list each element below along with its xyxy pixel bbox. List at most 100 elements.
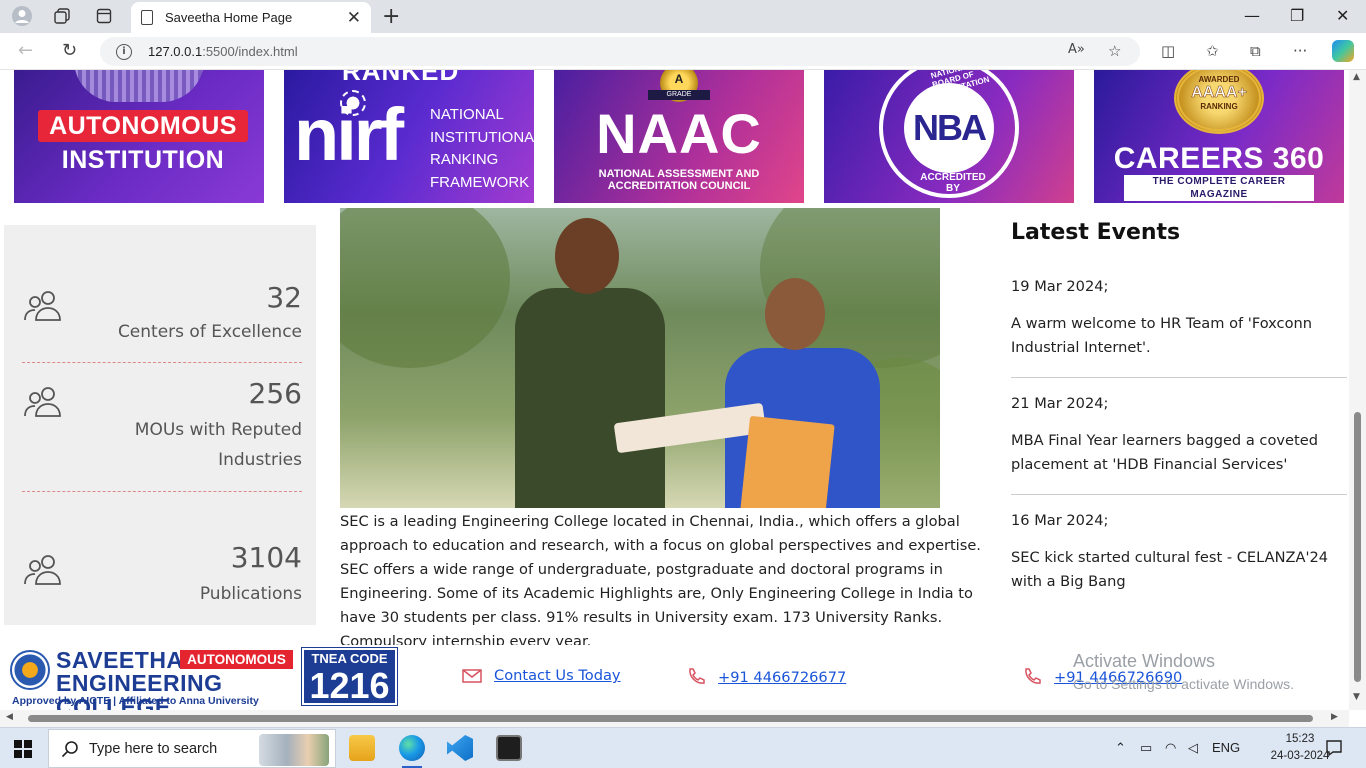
site-info-icon[interactable]: i [116,43,132,60]
terminal-icon[interactable] [496,735,522,761]
split-screen-icon[interactable]: ◫ [1161,42,1175,60]
vertical-scroll-thumb[interactable] [1354,412,1361,682]
battery-icon[interactable]: ▭ [1140,740,1152,756]
sun-icon [340,90,366,116]
event-item: 19 Mar 2024; A warm welcome to HR Team o… [1011,278,1347,378]
nba-logo: NBA [904,83,994,173]
stat-divider [22,362,302,363]
collections-icon[interactable]: ⧉ [1250,42,1261,60]
award-medal: AWARDED AAAA+ RANKING [1174,70,1264,134]
vscode-icon[interactable] [447,735,473,761]
search-placeholder: Type here to search [89,740,218,757]
volume-icon[interactable]: ◁ [1188,740,1198,756]
stat-number: 256 [248,377,302,410]
medal-awarded: AWARDED [1198,75,1240,84]
naac-banner: A GRADE NAAC NATIONAL ASSESSMENT AND ACC… [554,70,804,203]
nirf-full-name: NATIONAL INSTITUTIONAL RANKING FRAMEWORK [430,104,534,194]
college-emblem-icon [10,650,50,690]
event-item: 16 Mar 2024; SEC kick started cultural f… [1011,512,1347,611]
medal-grade: AAAA+ [1191,84,1247,102]
event-date: 21 Mar 2024; [1011,395,1109,412]
stats-panel: 32 Centers of Excellence 256 MOUs with R… [4,225,316,625]
foliage-shape [340,208,510,368]
stat-label-line: Industries [218,450,302,470]
tnea-code-badge: TNEA CODE 1216 [301,647,398,706]
url-text: 127.0.0.1:5500/index.html [148,44,298,59]
taskbar-search-box[interactable]: Type here to search [48,729,336,768]
page-viewport: AUTONOMOUS INSTITUTION RANKED nirf NATIO… [0,70,1349,710]
horizontal-scroll-thumb[interactable] [28,715,1313,722]
refresh-icon[interactable]: ↻ [62,40,77,61]
event-description: A warm welcome to HR Team of 'Foxconn In… [1011,315,1313,356]
favorites-icon[interactable]: ✩ [1206,42,1219,60]
nirf-banner: RANKED nirf NATIONAL INSTITUTIONAL RANKI… [284,70,534,203]
autonomous-institution-banner: AUTONOMOUS INSTITUTION [14,70,264,203]
medal-ranking: RANKING [1200,102,1238,111]
browser-tab-bar: Saveetha Home Page ✕ + — ❐ ✕ [0,0,1366,33]
users-icon [24,291,61,321]
event-date: 19 Mar 2024; [1011,278,1109,295]
file-explorer-icon[interactable] [349,735,375,761]
event-description: MBA Final Year learners bagged a coveted… [1011,432,1318,473]
network-icon[interactable]: ◠ [1165,740,1176,756]
language-indicator[interactable]: ENG [1212,740,1240,755]
nba-seal: NATIONAL BOARD OF ACCREDITATION NBA ACCR… [879,70,1019,198]
orange-folder [740,415,835,508]
students-photo [340,208,940,508]
nba-seal-bottom-text: ACCREDITED BY [920,172,986,194]
windows-start-icon[interactable] [14,740,32,758]
back-icon[interactable]: ← [18,40,33,61]
url-field[interactable]: i 127.0.0.1:5500/index.html [100,37,1140,66]
window-close-icon[interactable]: ✕ [1336,6,1349,25]
vertical-scrollbar[interactable]: ▲ ▼ [1349,70,1366,710]
stat-label-line: Publications [199,584,302,604]
users-icon [24,387,61,417]
institution-label: INSTITUTION [61,146,225,174]
autonomous-label: AUTONOMOUS [38,110,248,142]
new-tab-icon[interactable]: + [382,4,400,29]
naac-sub-line: ACCREDITATION COUNCIL [607,180,751,192]
event-description: SEC kick started cultural fest - CELANZA… [1011,549,1329,590]
stat-label: Centers of Excellence [118,317,302,347]
stat-number: 32 [266,281,302,314]
tab-actions-icon[interactable] [91,5,117,27]
search-icon [61,740,78,757]
tab-saveetha-home[interactable]: Saveetha Home Page ✕ [131,2,371,33]
careers360-title: CAREERS 360 [1113,142,1325,175]
stat-label-line: MOUs with Reputed [134,420,302,440]
workspaces-icon[interactable] [49,5,75,27]
nirf-text-line: FRAMEWORK [430,173,530,191]
stat-number: 3104 [230,541,302,574]
contact-us-label: Contact Us Today [494,667,621,684]
horizontal-scrollbar[interactable]: ◀ ▶ [0,710,1349,727]
stat-divider [22,491,302,492]
about-paragraph: SEC is a leading Engineering College loc… [340,513,981,650]
maximize-icon[interactable]: ❐ [1290,6,1304,25]
profile-icon[interactable] [9,5,35,27]
scroll-left-arrow-icon[interactable]: ◀ [6,712,13,722]
minimize-icon[interactable]: — [1244,6,1260,25]
scroll-right-arrow-icon[interactable]: ▶ [1331,712,1338,722]
tnea-code: 1216 [309,665,390,706]
read-aloud-icon[interactable]: A» [1068,42,1085,57]
scroll-up-arrow-icon[interactable]: ▲ [1353,72,1360,82]
edge-browser-icon[interactable] [399,735,425,768]
show-hidden-icons-icon[interactable]: ⌃ [1115,740,1126,756]
careers360-subtitle: THE COMPLETE CAREER MAGAZINE [1124,175,1314,201]
favorite-star-icon[interactable]: ☆ [1108,42,1121,60]
contact-us-link[interactable]: Contact Us Today [462,667,621,684]
latest-events: Latest Events 19 Mar 2024; A warm welcom… [1011,220,1347,628]
phone-link-1[interactable]: +91 4466726677 [686,667,846,687]
saveetha-logo[interactable]: SAVEETHA AUTONOMOUS ENGINEERING COLLEGE … [10,648,295,710]
url-host: 127.0.0.1 [148,44,203,59]
phone-icon [1025,668,1041,684]
phone-icon [689,668,705,684]
taskbar-clock[interactable]: 15:23 24-03-2024 [1270,731,1330,765]
watermark-subtitle: Go to Settings to activate Windows. [1073,676,1294,692]
notifications-icon[interactable] [1325,739,1343,757]
copilot-icon[interactable] [1332,40,1354,62]
scroll-down-arrow-icon[interactable]: ▼ [1353,692,1360,702]
events-heading: Latest Events [1011,220,1181,245]
close-tab-icon[interactable]: ✕ [347,8,361,28]
more-options-icon[interactable]: ··· [1293,42,1307,60]
